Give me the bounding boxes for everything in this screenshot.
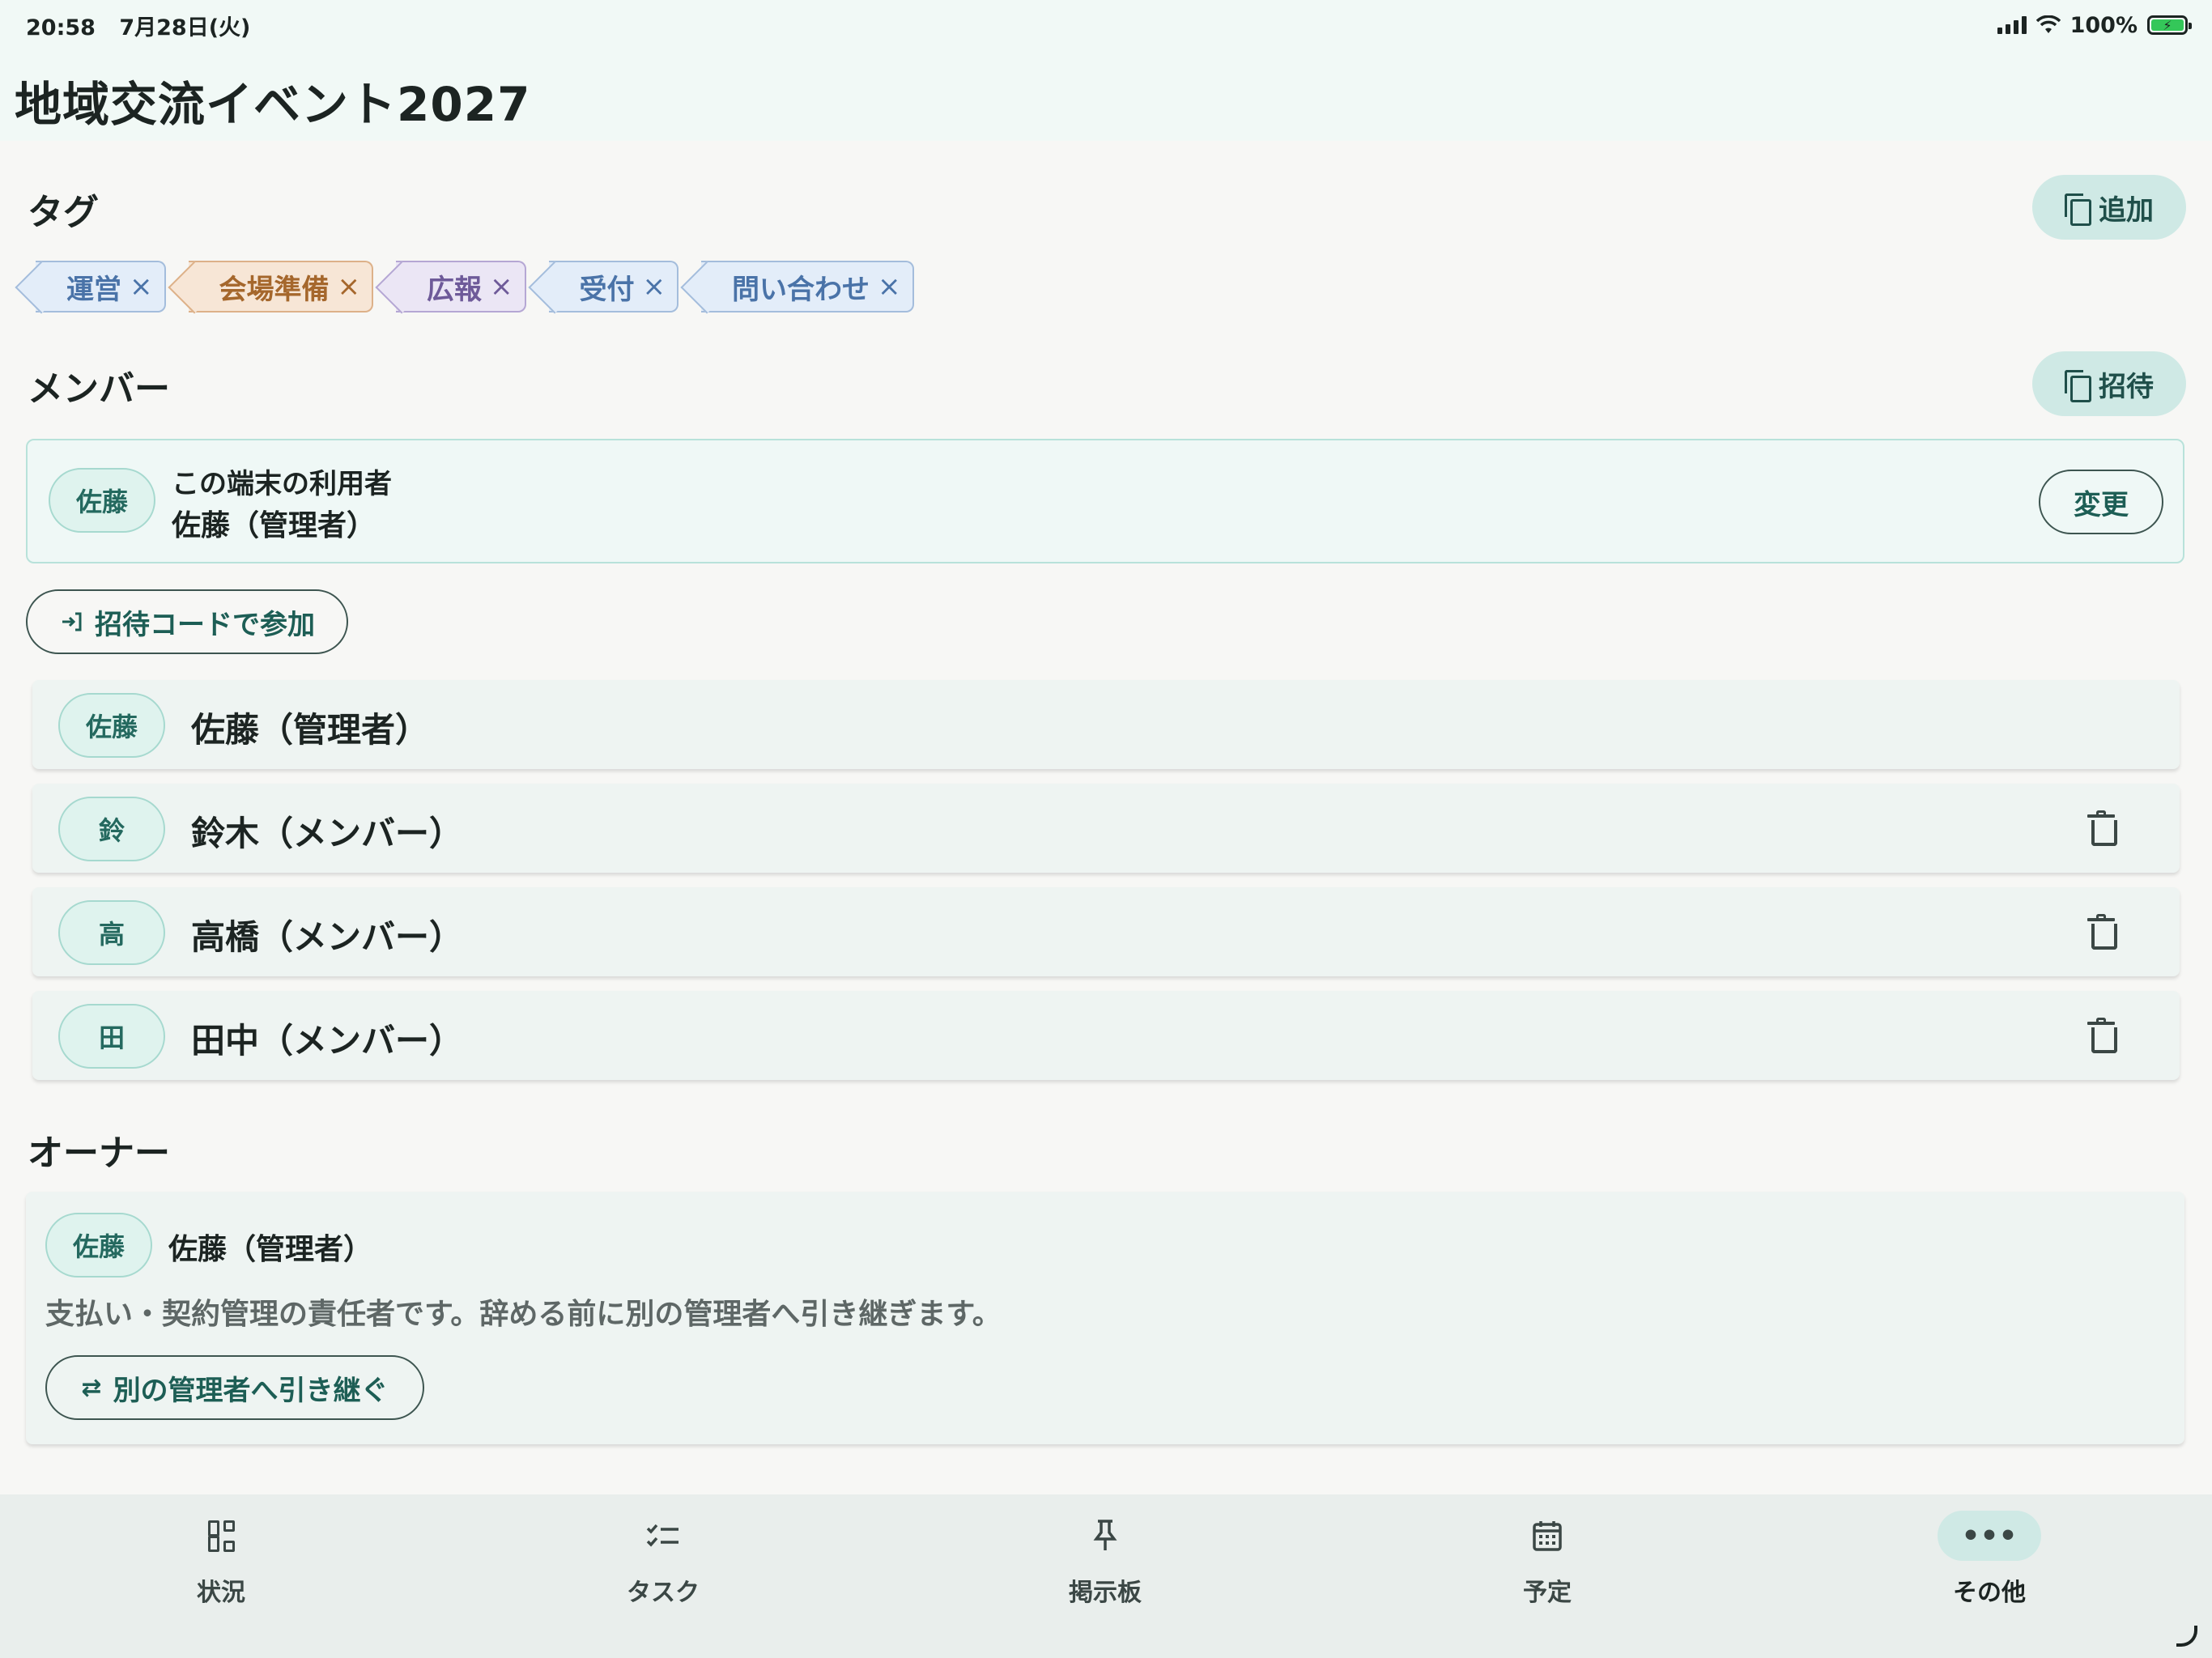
wifi-icon xyxy=(2035,15,2061,33)
add-tag-button[interactable]: 追加 xyxy=(2032,175,2186,240)
member-row[interactable]: 田 田中（メンバー） xyxy=(32,991,2180,1080)
owner-name: 佐藤（管理者） xyxy=(168,1233,373,1266)
calendar-icon xyxy=(1495,1511,1599,1561)
members-section-title: メンバー xyxy=(28,368,170,410)
tag-list: 運営 × 会場準備 × 広報 × 受付 × 問い合わせ × xyxy=(24,261,914,312)
tag-chip[interactable]: 運営 × xyxy=(36,261,166,312)
tab-schedule[interactable]: 予定 xyxy=(1466,1511,1628,1640)
avatar: 高 xyxy=(58,900,165,965)
app-header: 地域交流イベント2027 xyxy=(0,50,2212,141)
tab-bulletin[interactable]: 掲示板 xyxy=(1024,1511,1186,1640)
remove-tag-icon[interactable]: × xyxy=(338,270,361,303)
delete-member-icon[interactable] xyxy=(2087,914,2117,950)
bottom-tab-bar: 状況 タスク 掲示板 予定 ••• その他 xyxy=(0,1494,2212,1658)
tag-chip[interactable]: 問い合わせ × xyxy=(701,261,914,312)
tag-label: 会場準備 xyxy=(219,273,330,306)
invite-label: 招待 xyxy=(2099,370,2154,403)
tag-label: 運営 xyxy=(66,273,121,306)
tab-label: 状況 xyxy=(197,1579,245,1607)
transfer-owner-button[interactable]: ⇄ 別の管理者へ引き継ぐ xyxy=(45,1355,424,1420)
transfer-owner-label: 別の管理者へ引き継ぐ xyxy=(113,1374,389,1407)
add-tag-label: 追加 xyxy=(2099,193,2154,227)
avatar: 佐藤 xyxy=(49,468,155,533)
join-by-code-button[interactable]: 招待コードで参加 xyxy=(26,589,348,654)
device-user-label: この端末の利用者 xyxy=(172,468,392,500)
copy-icon xyxy=(2065,370,2091,402)
swap-icon: ⇄ xyxy=(81,1373,102,1402)
tab-label: 掲示板 xyxy=(1069,1579,1142,1607)
status-right: 100% ⚡ xyxy=(1997,12,2192,38)
tags-section-title: タグ xyxy=(28,192,99,233)
invite-button[interactable]: 招待 xyxy=(2032,351,2186,416)
tab-label: タスク xyxy=(627,1579,700,1607)
status-bar: 20:58 7月28日(火) 100% ⚡ xyxy=(0,0,2212,50)
remove-tag-icon[interactable]: × xyxy=(878,270,901,303)
resize-corner-icon xyxy=(2176,1626,2197,1647)
page-title: 地域交流イベント2027 xyxy=(15,77,531,132)
member-name: 佐藤（管理者） xyxy=(191,710,430,750)
battery-percent: 100% xyxy=(2069,12,2138,38)
join-by-code-label: 招待コードで参加 xyxy=(95,608,315,641)
more-icon: ••• xyxy=(1938,1511,2041,1561)
change-user-label: 変更 xyxy=(2074,488,2129,521)
device-user-name: 佐藤（管理者） xyxy=(172,509,376,542)
change-user-button[interactable]: 変更 xyxy=(2039,470,2163,534)
member-row[interactable]: 佐藤 佐藤（管理者） xyxy=(32,680,2180,769)
owner-section-title: オーナー xyxy=(28,1133,170,1174)
remove-tag-icon[interactable]: × xyxy=(490,270,513,303)
battery-icon: ⚡ xyxy=(2147,15,2192,35)
member-name: 鈴木（メンバー） xyxy=(191,814,464,853)
remove-tag-icon[interactable]: × xyxy=(130,270,153,303)
member-name: 田中（メンバー） xyxy=(191,1021,464,1061)
tag-chip[interactable]: 広報 × xyxy=(396,261,526,312)
avatar: 佐藤 xyxy=(45,1213,152,1278)
remove-tag-icon[interactable]: × xyxy=(643,270,666,303)
tag-label: 受付 xyxy=(579,273,635,306)
cellular-signal-icon xyxy=(1997,16,2027,34)
tab-label: 予定 xyxy=(1523,1579,1572,1607)
member-row[interactable]: 高 高橋（メンバー） xyxy=(32,887,2180,976)
pin-icon xyxy=(1053,1511,1157,1561)
avatar: 鈴 xyxy=(58,797,165,861)
tag-chip[interactable]: 会場準備 × xyxy=(188,261,373,312)
checklist-icon xyxy=(611,1511,715,1561)
avatar: 佐藤 xyxy=(58,693,165,758)
tag-chip[interactable]: 受付 × xyxy=(548,261,678,312)
delete-member-icon[interactable] xyxy=(2087,810,2117,846)
tab-more[interactable]: ••• その他 xyxy=(1908,1511,2070,1640)
tab-status[interactable]: 状況 xyxy=(140,1511,302,1640)
tab-label: その他 xyxy=(1953,1579,2026,1607)
member-name: 高橋（メンバー） xyxy=(191,917,464,957)
status-left: 20:58 7月28日(火) xyxy=(26,10,266,41)
delete-member-icon[interactable] xyxy=(2087,1018,2117,1053)
owner-card: 佐藤 佐藤（管理者） 支払い・契約管理の責任者です。辞める前に別の管理者へ引き継… xyxy=(26,1192,2184,1444)
tag-label: 問い合わせ xyxy=(732,273,870,306)
owner-description: 支払い・契約管理の責任者です。辞める前に別の管理者へ引き継ぎます。 xyxy=(45,1298,1002,1331)
avatar: 田 xyxy=(58,1004,165,1069)
member-row[interactable]: 鈴 鈴木（メンバー） xyxy=(32,784,2180,873)
copy-icon xyxy=(2065,193,2091,226)
tag-label: 広報 xyxy=(427,273,482,306)
status-date: 7月28日(火) xyxy=(119,15,251,40)
status-time: 20:58 xyxy=(26,15,96,40)
login-icon xyxy=(62,612,82,631)
device-user-card: 佐藤 この端末の利用者 佐藤（管理者） 変更 xyxy=(26,439,2184,563)
dashboard-icon xyxy=(169,1511,273,1561)
tab-tasks[interactable]: タスク xyxy=(582,1511,744,1640)
